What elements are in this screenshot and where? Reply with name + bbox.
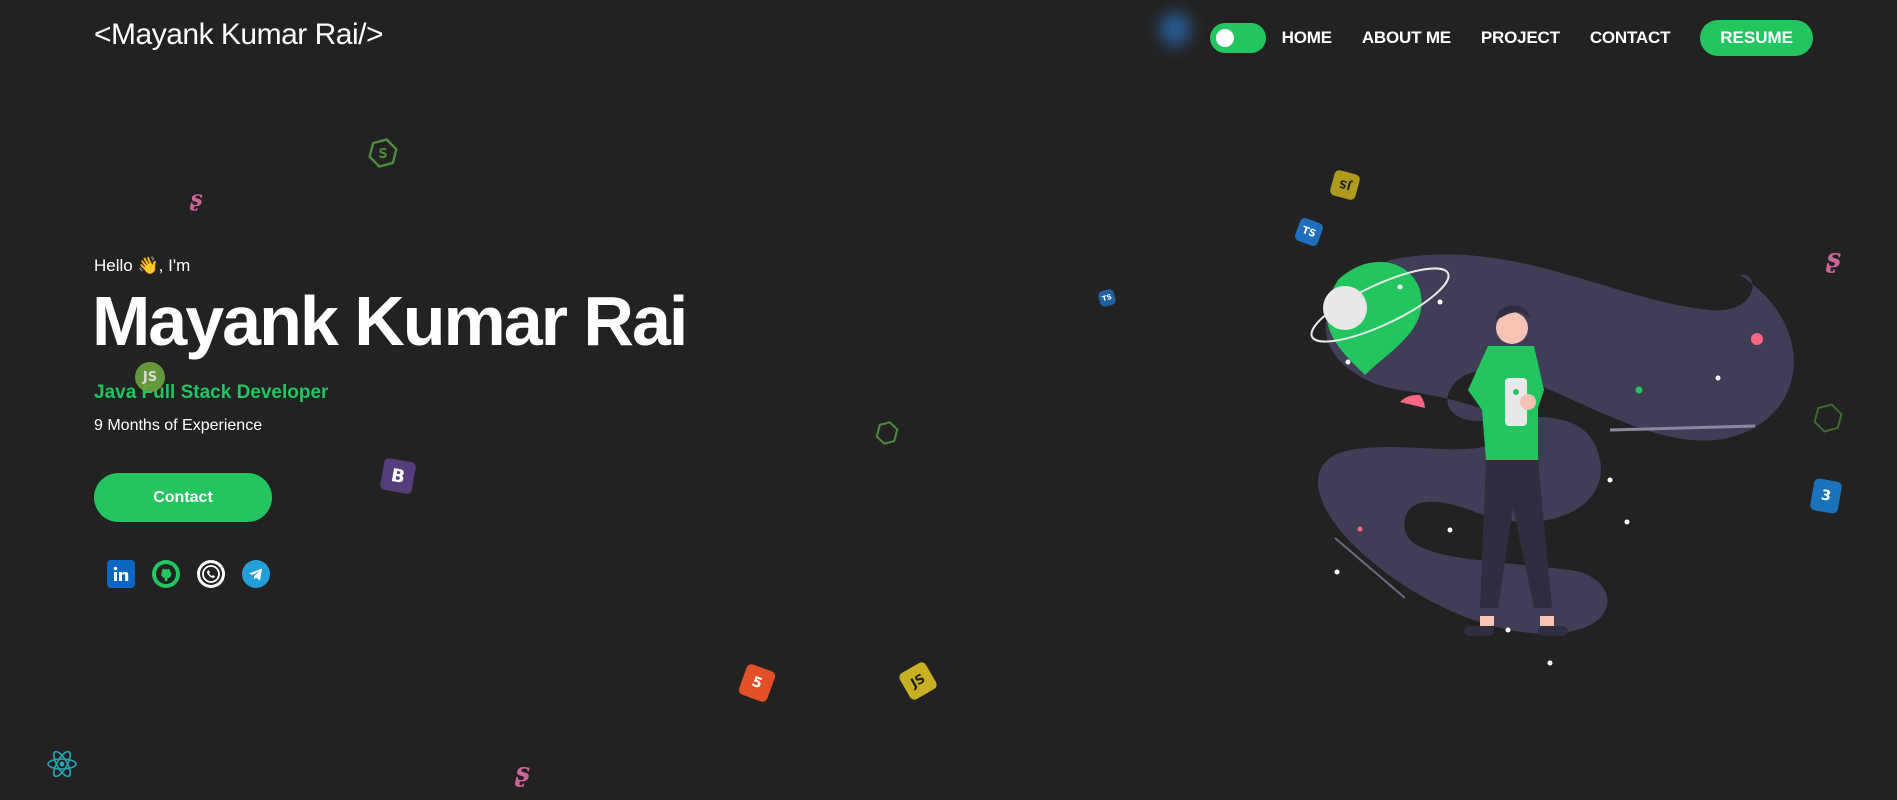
hero-illustration: [1290, 240, 1810, 695]
main-nav: HOME ABOUT ME PROJECT CONTACT RESUME: [1209, 20, 1813, 56]
wave-hand-icon: 👋: [137, 256, 159, 275]
nav-project[interactable]: PROJECT: [1481, 28, 1560, 48]
experience-text: 9 Months of Experience: [94, 417, 263, 434]
telegram-icon[interactable]: [242, 560, 270, 588]
github-icon[interactable]: [152, 560, 180, 588]
greeting-prefix: Hello: [94, 256, 133, 275]
typescript-icon: TS: [1097, 288, 1117, 308]
sass-icon: ʂ: [190, 186, 203, 212]
sass-icon: ʂ: [1826, 244, 1841, 274]
contact-button[interactable]: Contact: [94, 473, 272, 522]
nav-contact[interactable]: CONTACT: [1590, 28, 1671, 48]
theme-toggle[interactable]: [1209, 23, 1266, 53]
resume-button[interactable]: RESUME: [1700, 20, 1813, 56]
nav-about-me[interactable]: ABOUT ME: [1362, 28, 1451, 48]
greeting-suffix: , I'm: [158, 256, 191, 275]
html5-icon: 5: [737, 662, 777, 704]
whatsapp-icon[interactable]: [197, 560, 225, 588]
bootstrap-icon: B: [379, 457, 417, 495]
javascript-icon: JS: [1329, 169, 1361, 201]
job-title: Java Full Stack Developer: [94, 382, 329, 403]
nodejs-icon: [1812, 402, 1844, 434]
javascript-icon: JS: [897, 660, 939, 702]
nodejs-icon: JS: [135, 362, 165, 392]
svg-text:S: S: [378, 147, 387, 162]
social-links: [107, 560, 270, 588]
nodejs-icon: [874, 420, 900, 446]
css3-icon: 3: [1809, 477, 1843, 515]
toggle-knob: [1215, 29, 1234, 47]
nav-home[interactable]: HOME: [1282, 28, 1332, 48]
sass-icon: ʂ: [515, 758, 530, 788]
react-icon: [46, 748, 78, 780]
linkedin-icon[interactable]: [107, 560, 135, 588]
site-logo[interactable]: <Mayank Kumar Rai/>: [94, 18, 383, 52]
hero-name: Mayank Kumar Rai: [92, 282, 688, 360]
nodejs-icon: S: [366, 136, 400, 170]
greeting: Hello 👋, I'm: [94, 256, 190, 276]
blue-glow-decoration: [1160, 12, 1190, 46]
